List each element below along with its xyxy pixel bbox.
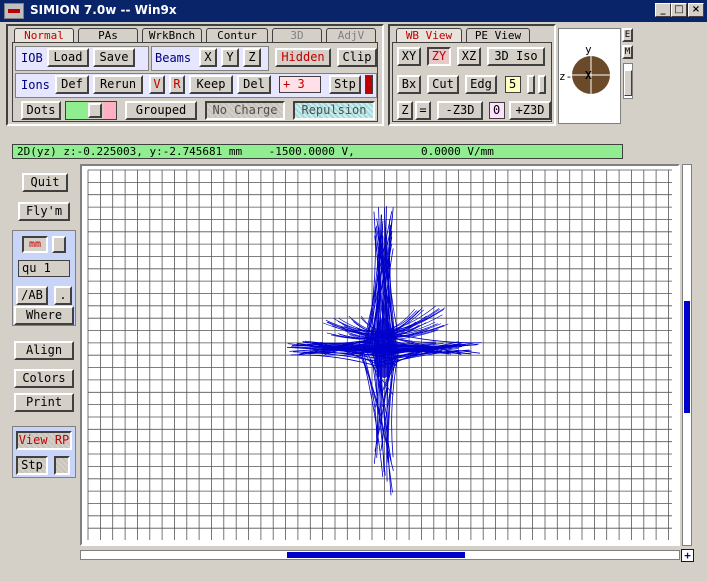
- grouped-button[interactable]: Grouped: [125, 101, 197, 120]
- workbench-view[interactable]: [80, 164, 680, 546]
- stop-indicator: [365, 75, 373, 94]
- qu-field[interactable]: qu 1: [18, 260, 70, 277]
- minus-z3d-button[interactable]: -Z3D: [437, 101, 483, 120]
- window-title: SIMION 7.0w -- Win9x: [30, 3, 177, 17]
- tab-pe-view[interactable]: PE View: [466, 28, 530, 42]
- units-toggle-button[interactable]: [52, 236, 66, 253]
- tab-wb-view[interactable]: WB View: [396, 28, 462, 42]
- rerun-button[interactable]: Rerun: [93, 75, 143, 94]
- ion-count-field[interactable]: + 3: [279, 76, 321, 93]
- zoom-corner-icon[interactable]: +: [681, 549, 694, 562]
- mm-button[interactable]: mm: [22, 236, 48, 253]
- r-button[interactable]: R: [169, 75, 185, 94]
- hidden-button[interactable]: Hidden: [275, 48, 331, 67]
- equal-button[interactable]: =: [415, 101, 431, 120]
- e-button[interactable]: E: [622, 28, 633, 42]
- view-rp-button[interactable]: View RP: [16, 431, 72, 450]
- title-bar: SIMION 7.0w -- Win9x _ □ ×: [0, 0, 707, 22]
- iso-button[interactable]: 3D Iso: [487, 47, 545, 66]
- z-button[interactable]: Z: [397, 101, 413, 120]
- orient-x-label: X: [585, 69, 592, 82]
- orientation-widget[interactable]: y z- X: [558, 28, 621, 124]
- dots-button[interactable]: Dots: [21, 101, 61, 120]
- load-button[interactable]: Load: [47, 48, 89, 67]
- app-icon[interactable]: [4, 3, 24, 19]
- v-button[interactable]: V: [149, 75, 165, 94]
- view-tab-body: XY ZY XZ 3D Iso Bx Cut Edg 5 Z = -Z3D 0 …: [392, 42, 552, 122]
- bx-button[interactable]: Bx: [397, 75, 421, 94]
- stp-button[interactable]: Stp: [329, 75, 361, 94]
- quit-button[interactable]: Quit: [22, 173, 68, 192]
- print-button[interactable]: Print: [14, 393, 74, 412]
- tab-wrkbnch[interactable]: WrkBnch: [142, 28, 202, 42]
- flym-button[interactable]: Fly'm: [18, 202, 70, 221]
- beam-x-button[interactable]: X: [199, 48, 217, 67]
- close-button[interactable]: ×: [688, 3, 704, 17]
- edge-up-button[interactable]: [527, 75, 535, 94]
- edg-button[interactable]: Edg: [465, 75, 497, 94]
- where-button[interactable]: Where: [14, 306, 74, 325]
- control-panel: Normal PAs WrkBnch Contur 3D AdjV IOB Lo…: [6, 24, 384, 126]
- vertical-scroll-thumb[interactable]: [684, 301, 690, 413]
- ion-trajectories: [286, 206, 482, 496]
- side-stp-button[interactable]: Stp: [16, 456, 48, 475]
- align-button[interactable]: Align: [14, 341, 74, 360]
- beams-label: Beams: [155, 51, 192, 65]
- side-stp-toggle[interactable]: [54, 456, 70, 475]
- beam-z-button[interactable]: Z: [243, 48, 261, 67]
- xz-button[interactable]: XZ: [457, 47, 481, 66]
- ab-button[interactable]: /AB: [16, 286, 48, 305]
- status-bar: 2D(yz) z:-0.225003, y:-2.745681 mm -1500…: [12, 144, 623, 159]
- m-button[interactable]: M: [622, 45, 633, 59]
- xy-button[interactable]: XY: [397, 47, 421, 66]
- keep-button[interactable]: Keep: [189, 75, 233, 94]
- tab-pas[interactable]: PAs: [78, 28, 138, 42]
- z3d-field[interactable]: 0: [489, 102, 505, 119]
- orient-scroll-thumb[interactable]: [624, 70, 632, 96]
- orient-scrollbar[interactable]: [623, 63, 633, 99]
- cut-button[interactable]: Cut: [427, 75, 459, 94]
- dot-speed-slider[interactable]: [65, 101, 117, 120]
- ions-label: Ions: [21, 78, 50, 92]
- beam-y-button[interactable]: Y: [221, 48, 239, 67]
- save-button[interactable]: Save: [93, 48, 135, 67]
- tab-adjv[interactable]: AdjV: [326, 28, 376, 42]
- colors-button[interactable]: Colors: [14, 369, 74, 388]
- tab-contur[interactable]: Contur: [206, 28, 268, 42]
- maximize-button[interactable]: □: [671, 3, 687, 17]
- minimize-button[interactable]: _: [655, 3, 671, 17]
- slider-thumb[interactable]: [88, 103, 102, 118]
- edge-down-button[interactable]: [538, 75, 546, 94]
- vertical-scrollbar[interactable]: [682, 164, 692, 546]
- dot-button[interactable]: .: [54, 286, 72, 305]
- normal-tab-body: IOB Load Save Beams X Y Z Hidden Clip Io…: [12, 42, 378, 122]
- zy-button[interactable]: ZY: [427, 47, 451, 66]
- iob-label: IOB: [21, 51, 43, 65]
- repulsion-button[interactable]: Repulsion: [293, 101, 375, 120]
- clip-button[interactable]: Clip: [337, 48, 377, 67]
- del-button[interactable]: Del: [237, 75, 271, 94]
- tab-normal[interactable]: Normal: [14, 28, 74, 42]
- tab-3d[interactable]: 3D: [272, 28, 322, 42]
- side-panel: Quit Fly'm mm qu 1 /AB . Where Align Col…: [10, 164, 80, 478]
- plus-z3d-button[interactable]: +Z3D: [509, 101, 551, 120]
- edge-count-field[interactable]: 5: [505, 76, 521, 93]
- view-panel: WB View PE View XY ZY XZ 3D Iso Bx Cut E…: [388, 24, 556, 126]
- horizontal-scroll-thumb[interactable]: [287, 552, 465, 558]
- def-button[interactable]: Def: [55, 75, 89, 94]
- horizontal-scrollbar[interactable]: [80, 550, 680, 560]
- no-charge-button[interactable]: No Charge: [205, 101, 285, 120]
